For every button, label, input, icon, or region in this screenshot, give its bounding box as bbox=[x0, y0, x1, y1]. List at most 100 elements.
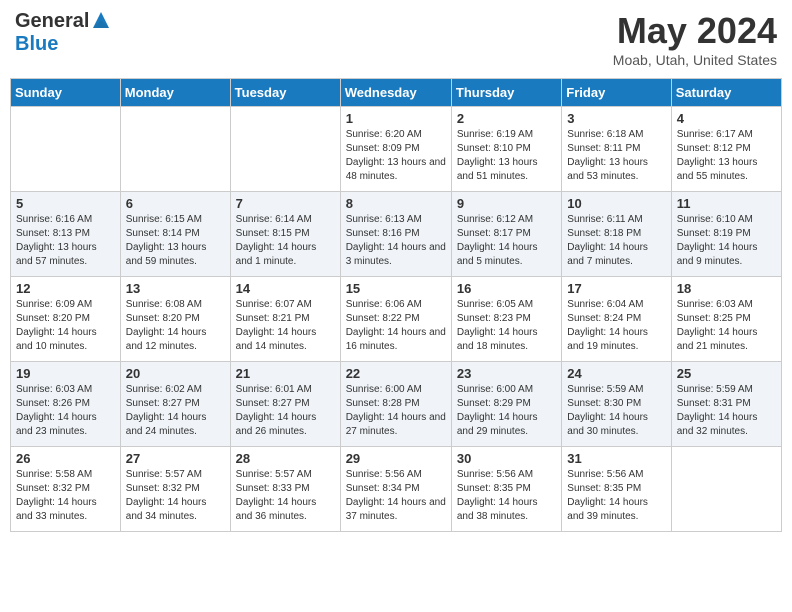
day-info: Sunrise: 6:00 AMSunset: 8:28 PMDaylight:… bbox=[346, 383, 446, 439]
day-number: 29 bbox=[346, 451, 446, 466]
calendar-cell: 5Sunrise: 6:16 AMSunset: 8:13 PMDaylight… bbox=[11, 192, 121, 277]
day-number: 31 bbox=[567, 451, 665, 466]
day-info: Sunrise: 6:18 AMSunset: 8:11 PMDaylight:… bbox=[567, 128, 665, 184]
day-number: 30 bbox=[457, 451, 556, 466]
day-info: Sunrise: 5:56 AMSunset: 8:34 PMDaylight:… bbox=[346, 468, 446, 524]
day-number: 15 bbox=[346, 281, 446, 296]
calendar-cell: 30 Sunrise: 5:56 AMSunset: 8:35 PMDayligh… bbox=[451, 447, 561, 532]
logo-blue-text: Blue bbox=[15, 33, 58, 56]
title-area: May 2024 Moab, Utah, United States bbox=[613, 10, 777, 68]
calendar-cell: 22 Sunrise: 6:00 AMSunset: 8:28 PMDayligh… bbox=[340, 362, 451, 447]
day-info: Sunrise: 6:04 AMSunset: 8:24 PMDaylight:… bbox=[567, 298, 665, 354]
calendar-cell bbox=[230, 107, 340, 192]
month-title: May 2024 bbox=[613, 10, 777, 52]
day-info: Sunrise: 6:15 AMSunset: 8:14 PMDaylight:… bbox=[126, 213, 225, 269]
calendar-header-row: SundayMondayTuesdayWednesdayThursdayFrid… bbox=[11, 79, 782, 107]
day-info: Sunrise: 6:08 AMSunset: 8:20 PMDaylight:… bbox=[126, 298, 225, 354]
calendar-week-row: 5Sunrise: 6:16 AMSunset: 8:13 PMDaylight… bbox=[11, 192, 782, 277]
day-info: Sunrise: 6:12 AMSunset: 8:17 PMDaylight:… bbox=[457, 213, 556, 269]
day-number: 17 bbox=[567, 281, 665, 296]
calendar-cell: 2Sunrise: 6:19 AMSunset: 8:10 PMDaylight… bbox=[451, 107, 561, 192]
day-info: Sunrise: 6:02 AMSunset: 8:27 PMDaylight:… bbox=[126, 383, 225, 439]
calendar-cell: 14 Sunrise: 6:07 AMSunset: 8:21 PMDayligh… bbox=[230, 277, 340, 362]
calendar-cell: 7 Sunrise: 6:14 AMSunset: 8:15 PMDaylight… bbox=[230, 192, 340, 277]
day-info: Sunrise: 6:07 AMSunset: 8:21 PMDaylight:… bbox=[236, 298, 335, 354]
day-number: 12 bbox=[16, 281, 115, 296]
calendar-cell: 23Sunrise: 6:00 AMSunset: 8:29 PMDayligh… bbox=[451, 362, 561, 447]
day-number: 4 bbox=[677, 111, 776, 126]
day-number: 10 bbox=[567, 196, 665, 211]
calendar-cell: 6 Sunrise: 6:15 AMSunset: 8:14 PMDaylight… bbox=[120, 192, 230, 277]
calendar-cell: 11 Sunrise: 6:10 AMSunset: 8:19 PMDayligh… bbox=[671, 192, 781, 277]
calendar-cell bbox=[11, 107, 121, 192]
calendar-header-monday: Monday bbox=[120, 79, 230, 107]
day-info: Sunrise: 6:06 AMSunset: 8:22 PMDaylight:… bbox=[346, 298, 446, 354]
calendar-cell: 18Sunrise: 6:03 AMSunset: 8:25 PMDayligh… bbox=[671, 277, 781, 362]
day-info: Sunrise: 6:11 AMSunset: 8:18 PMDaylight:… bbox=[567, 213, 665, 269]
day-info: Sunrise: 6:10 AMSunset: 8:19 PMDaylight:… bbox=[677, 213, 776, 269]
calendar-cell bbox=[671, 447, 781, 532]
day-number: 24 bbox=[567, 366, 665, 381]
day-number: 28 bbox=[236, 451, 335, 466]
calendar-cell: 16 Sunrise: 6:05 AMSunset: 8:23 PMDayligh… bbox=[451, 277, 561, 362]
day-number: 14 bbox=[236, 281, 335, 296]
day-info: Sunrise: 6:05 AMSunset: 8:23 PMDaylight:… bbox=[457, 298, 556, 354]
calendar-header-wednesday: Wednesday bbox=[340, 79, 451, 107]
day-number: 25 bbox=[677, 366, 776, 381]
day-info: Sunrise: 5:59 AMSunset: 8:31 PMDaylight:… bbox=[677, 383, 776, 439]
calendar-cell: 25 Sunrise: 5:59 AMSunset: 8:31 PMDayligh… bbox=[671, 362, 781, 447]
day-info: Sunrise: 6:19 AMSunset: 8:10 PMDaylight:… bbox=[457, 128, 556, 184]
calendar-cell: 29 Sunrise: 5:56 AMSunset: 8:34 PMDayligh… bbox=[340, 447, 451, 532]
calendar: SundayMondayTuesdayWednesdayThursdayFrid… bbox=[10, 78, 782, 532]
calendar-cell: 15 Sunrise: 6:06 AMSunset: 8:22 PMDayligh… bbox=[340, 277, 451, 362]
calendar-cell: 4 Sunrise: 6:17 AMSunset: 8:12 PMDaylight… bbox=[671, 107, 781, 192]
logo: General Blue bbox=[15, 10, 111, 56]
calendar-cell: 8 Sunrise: 6:13 AMSunset: 8:16 PMDaylight… bbox=[340, 192, 451, 277]
calendar-cell: 26Sunrise: 5:58 AMSunset: 8:32 PMDayligh… bbox=[11, 447, 121, 532]
calendar-cell bbox=[120, 107, 230, 192]
calendar-cell: 12 Sunrise: 6:09 AMSunset: 8:20 PMDayligh… bbox=[11, 277, 121, 362]
calendar-cell: 3Sunrise: 6:18 AMSunset: 8:11 PMDaylight… bbox=[562, 107, 671, 192]
day-number: 1 bbox=[346, 111, 446, 126]
day-info: Sunrise: 5:58 AMSunset: 8:32 PMDaylight:… bbox=[16, 468, 115, 524]
page-header: General Blue May 2024 Moab, Utah, United… bbox=[10, 10, 782, 68]
day-info: Sunrise: 6:17 AMSunset: 8:12 PMDaylight:… bbox=[677, 128, 776, 184]
day-number: 9 bbox=[457, 196, 556, 211]
calendar-cell: 27Sunrise: 5:57 AMSunset: 8:32 PMDayligh… bbox=[120, 447, 230, 532]
calendar-cell: 24 Sunrise: 5:59 AMSunset: 8:30 PMDayligh… bbox=[562, 362, 671, 447]
calendar-week-row: 26Sunrise: 5:58 AMSunset: 8:32 PMDayligh… bbox=[11, 447, 782, 532]
day-info: Sunrise: 5:59 AMSunset: 8:30 PMDaylight:… bbox=[567, 383, 665, 439]
calendar-header-friday: Friday bbox=[562, 79, 671, 107]
day-number: 21 bbox=[236, 366, 335, 381]
day-number: 19 bbox=[16, 366, 115, 381]
day-info: Sunrise: 6:13 AMSunset: 8:16 PMDaylight:… bbox=[346, 213, 446, 269]
calendar-week-row: 19 Sunrise: 6:03 AMSunset: 8:26 PMDayligh… bbox=[11, 362, 782, 447]
day-number: 6 bbox=[126, 196, 225, 211]
day-number: 22 bbox=[346, 366, 446, 381]
calendar-cell: 31 Sunrise: 5:56 AMSunset: 8:35 PMDayligh… bbox=[562, 447, 671, 532]
day-info: Sunrise: 6:00 AMSunset: 8:29 PMDaylight:… bbox=[457, 383, 556, 439]
day-info: Sunrise: 5:56 AMSunset: 8:35 PMDaylight:… bbox=[567, 468, 665, 524]
calendar-header-sunday: Sunday bbox=[11, 79, 121, 107]
calendar-cell: 20 Sunrise: 6:02 AMSunset: 8:27 PMDayligh… bbox=[120, 362, 230, 447]
location: Moab, Utah, United States bbox=[613, 52, 777, 68]
day-info: Sunrise: 5:56 AMSunset: 8:35 PMDaylight:… bbox=[457, 468, 556, 524]
day-number: 11 bbox=[677, 196, 776, 211]
day-number: 16 bbox=[457, 281, 556, 296]
calendar-cell: 19 Sunrise: 6:03 AMSunset: 8:26 PMDayligh… bbox=[11, 362, 121, 447]
calendar-week-row: 12 Sunrise: 6:09 AMSunset: 8:20 PMDayligh… bbox=[11, 277, 782, 362]
day-number: 20 bbox=[126, 366, 225, 381]
day-info: Sunrise: 5:57 AMSunset: 8:32 PMDaylight:… bbox=[126, 468, 225, 524]
calendar-cell: 10 Sunrise: 6:11 AMSunset: 8:18 PMDayligh… bbox=[562, 192, 671, 277]
calendar-cell: 17 Sunrise: 6:04 AMSunset: 8:24 PMDayligh… bbox=[562, 277, 671, 362]
day-info: Sunrise: 6:01 AMSunset: 8:27 PMDaylight:… bbox=[236, 383, 335, 439]
day-info: Sunrise: 6:09 AMSunset: 8:20 PMDaylight:… bbox=[16, 298, 115, 354]
day-info: Sunrise: 6:20 AMSunset: 8:09 PMDaylight:… bbox=[346, 128, 446, 184]
day-info: Sunrise: 6:03 AMSunset: 8:26 PMDaylight:… bbox=[16, 383, 115, 439]
calendar-header-saturday: Saturday bbox=[671, 79, 781, 107]
calendar-week-row: 1 Sunrise: 6:20 AMSunset: 8:09 PMDaylight… bbox=[11, 107, 782, 192]
day-number: 7 bbox=[236, 196, 335, 211]
day-number: 8 bbox=[346, 196, 446, 211]
calendar-cell: 9 Sunrise: 6:12 AMSunset: 8:17 PMDaylight… bbox=[451, 192, 561, 277]
day-info: Sunrise: 6:14 AMSunset: 8:15 PMDaylight:… bbox=[236, 213, 335, 269]
